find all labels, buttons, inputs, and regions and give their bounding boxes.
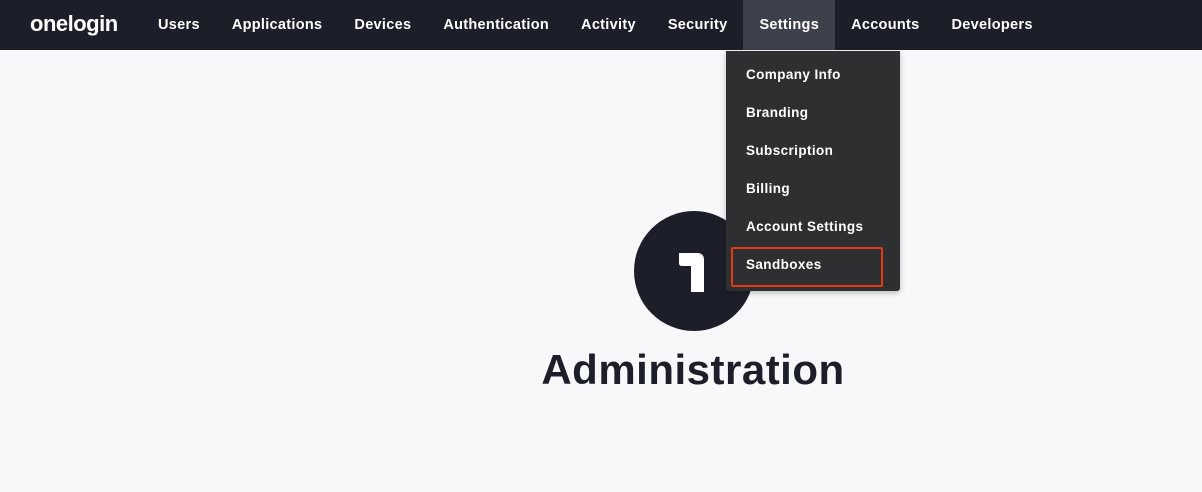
menu-item-account-settings[interactable]: Account Settings bbox=[746, 208, 863, 246]
menu-item-subscription[interactable]: Subscription bbox=[746, 132, 833, 170]
menu-item-sandboxes[interactable]: Sandboxes bbox=[746, 246, 822, 284]
onelogin-logo[interactable]: onelogin bbox=[30, 10, 118, 38]
menu-item-company-info[interactable]: Company Info bbox=[746, 56, 841, 94]
nav-item-users[interactable]: Users bbox=[142, 0, 216, 50]
nav-item-security[interactable]: Security bbox=[652, 0, 744, 50]
nav-item-authentication[interactable]: Authentication bbox=[427, 0, 565, 50]
nav-item-applications[interactable]: Applications bbox=[216, 0, 339, 50]
settings-dropdown-menu: Company Info Branding Subscription Billi… bbox=[726, 51, 900, 291]
main-nav: Users Applications Devices Authenticatio… bbox=[142, 0, 1049, 50]
menu-item-branding[interactable]: Branding bbox=[746, 94, 808, 132]
top-navigation-bar: onelogin Users Applications Devices Auth… bbox=[0, 0, 1202, 50]
nav-item-accounts[interactable]: Accounts bbox=[835, 0, 935, 50]
nav-item-devices[interactable]: Devices bbox=[338, 0, 427, 50]
page-title: Administration bbox=[541, 346, 845, 393]
onelogin-1-icon bbox=[679, 253, 704, 292]
nav-item-activity[interactable]: Activity bbox=[565, 0, 652, 50]
menu-item-billing[interactable]: Billing bbox=[746, 170, 790, 208]
nav-item-settings[interactable]: Settings bbox=[743, 0, 836, 50]
nav-item-developers[interactable]: Developers bbox=[936, 0, 1049, 50]
